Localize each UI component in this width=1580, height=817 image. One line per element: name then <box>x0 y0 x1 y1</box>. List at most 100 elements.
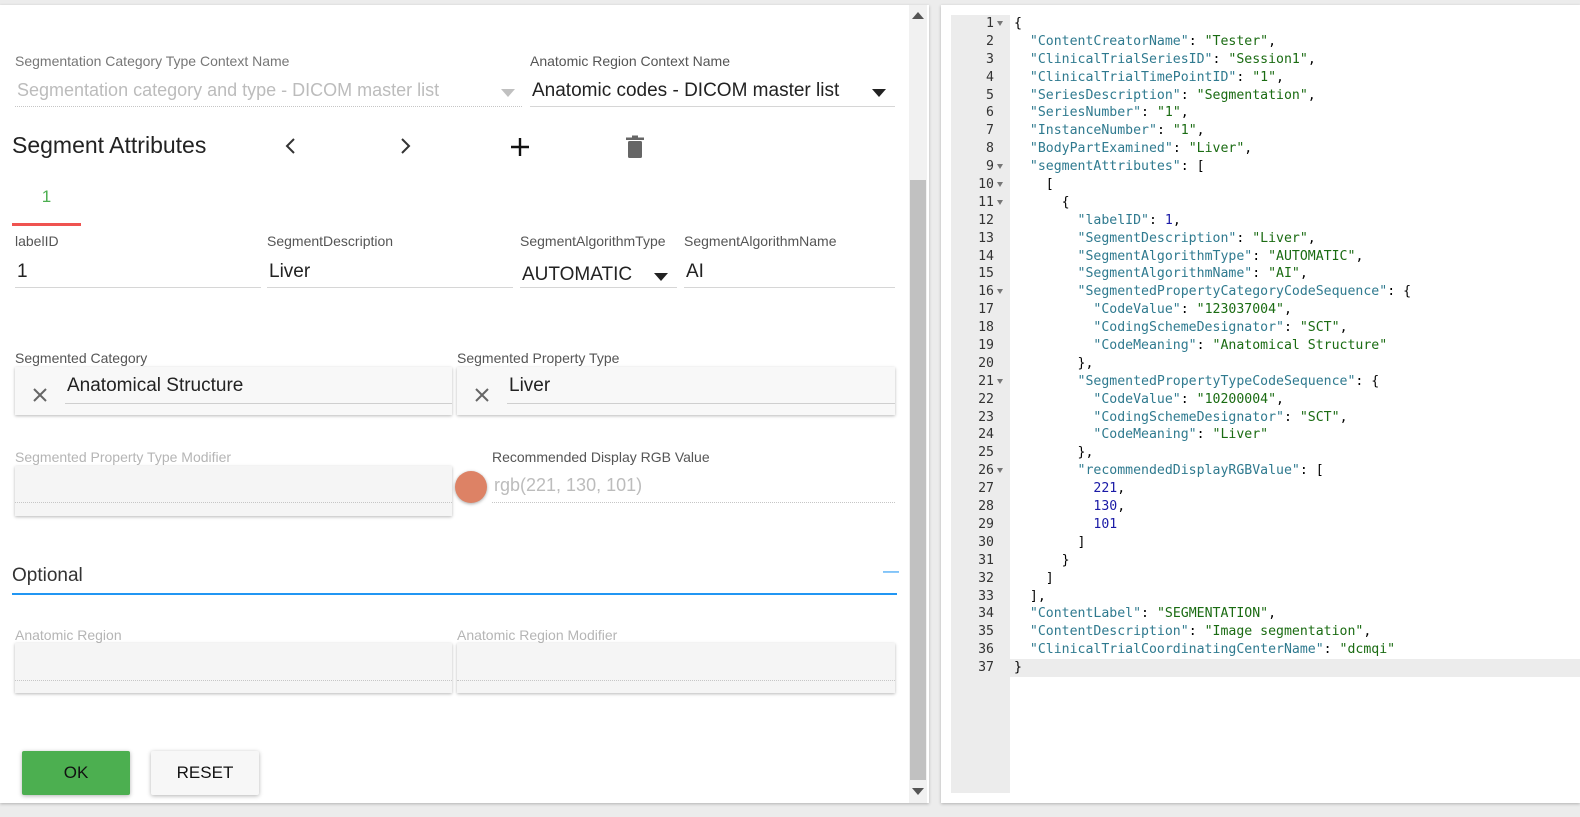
previous-segment-button[interactable] <box>276 131 306 161</box>
fold-toggle-icon[interactable] <box>997 378 1003 384</box>
line-number: 32 <box>978 570 994 586</box>
fold-toggle-icon[interactable] <box>997 199 1003 205</box>
code-line[interactable]: 15 "SegmentAlgorithmName": "AI", <box>951 265 1580 283</box>
code-line[interactable]: 13 "SegmentDescription": "Liver", <box>951 230 1580 248</box>
code-line[interactable]: 22 "CodeValue": "10200004", <box>951 391 1580 409</box>
delete-segment-button[interactable] <box>619 131 651 163</box>
code-line[interactable]: 3 "ClinicalTrialSeriesID": "Session1", <box>951 51 1580 69</box>
collapse-icon[interactable]: — <box>883 563 899 581</box>
scrollbar-thumb[interactable] <box>910 180 926 780</box>
segment-description-input[interactable]: Liver <box>267 255 513 288</box>
property-type-modifier-autocomplete[interactable] <box>15 466 452 516</box>
code-text: ], <box>1014 588 1046 604</box>
fold-toggle-icon[interactable] <box>997 289 1003 295</box>
code-line[interactable]: 33 ], <box>951 588 1580 606</box>
divider <box>684 287 895 288</box>
code-line[interactable]: 25 }, <box>951 444 1580 462</box>
code-line[interactable]: 16 "SegmentedPropertyCategoryCodeSequenc… <box>951 283 1580 301</box>
plus-icon <box>511 138 529 156</box>
code-text: "ClinicalTrialTimePointID": "1", <box>1029 69 1284 85</box>
anatomic-region-autocomplete[interactable] <box>15 643 452 693</box>
code-line[interactable]: 8 "BodyPartExamined": "Liver", <box>951 140 1580 158</box>
code-line[interactable]: 31 } <box>951 552 1580 570</box>
code-line[interactable]: 18 "CodingSchemeDesignator": "SCT", <box>951 319 1580 337</box>
algorithm-type-label: SegmentAlgorithmType <box>520 233 666 249</box>
code-line[interactable]: 30 ] <box>951 534 1580 552</box>
code-line[interactable]: 28 130, <box>951 498 1580 516</box>
code-line[interactable]: 21 "SegmentedPropertyTypeCodeSequence": … <box>951 373 1580 391</box>
code-line[interactable]: 6 "SeriesNumber": "1", <box>951 104 1580 122</box>
divider <box>65 403 452 404</box>
algorithm-type-value: AUTOMATIC <box>522 264 633 285</box>
code-line[interactable]: 32 ] <box>951 570 1580 588</box>
code-text: "recommendedDisplayRGBValue": [ <box>1077 463 1324 479</box>
line-number: 18 <box>978 320 994 336</box>
clear-category-button[interactable] <box>25 380 55 410</box>
code-text: } <box>1014 552 1070 568</box>
line-number: 20 <box>978 355 994 371</box>
code-line[interactable]: 11 { <box>951 194 1580 212</box>
segmented-category-autocomplete[interactable]: Anatomical Structure <box>15 367 452 415</box>
fold-toggle-icon[interactable] <box>997 468 1003 474</box>
code-line[interactable]: 4 "ClinicalTrialTimePointID": "1", <box>951 69 1580 87</box>
segmented-property-type-label: Segmented Property Type <box>457 350 620 366</box>
code-line[interactable]: 12 "labelID": 1, <box>951 212 1580 230</box>
seg-category-context-select[interactable]: Segmentation category and type - DICOM m… <box>15 75 522 107</box>
scroll-down-icon[interactable] <box>912 788 924 795</box>
code-line[interactable]: 17 "CodeValue": "123037004", <box>951 301 1580 319</box>
code-line[interactable]: 29 101 <box>951 516 1580 534</box>
scroll-up-icon[interactable] <box>912 12 924 19</box>
line-number: 26 <box>978 463 994 479</box>
ok-button[interactable]: OK <box>22 751 130 795</box>
line-number: 17 <box>978 302 994 318</box>
code-line[interactable]: 23 "CodingSchemeDesignator": "SCT", <box>951 409 1580 427</box>
code-line[interactable]: 10 [ <box>951 176 1580 194</box>
code-line[interactable]: 24 "CodeMeaning": "Liver" <box>951 426 1580 444</box>
next-segment-button[interactable] <box>390 131 420 161</box>
code-line[interactable]: 26 "recommendedDisplayRGBValue": [ <box>951 462 1580 480</box>
code-line[interactable]: 34 "ContentLabel": "SEGMENTATION", <box>951 605 1580 623</box>
code-text: "SegmentedPropertyTypeCodeSequence": { <box>1077 373 1380 389</box>
code-lines[interactable]: 1{2 "ContentCreatorName": "Tester", 3 "Cl… <box>951 15 1580 677</box>
line-number: 13 <box>978 230 994 246</box>
optional-section-header[interactable]: Optional — <box>12 563 899 595</box>
anatomic-region-context-select[interactable]: Anatomic codes - DICOM master list <box>530 75 895 107</box>
fold-toggle-icon[interactable] <box>997 164 1003 170</box>
anatomic-region-modifier-autocomplete[interactable] <box>457 643 895 693</box>
line-number: 2 <box>986 33 994 49</box>
code-line[interactable]: 1{ <box>951 15 1580 33</box>
code-line[interactable]: 9 "segmentAttributes": [ <box>951 158 1580 176</box>
algorithm-name-input[interactable]: AI <box>684 255 895 288</box>
code-line[interactable]: 37} <box>951 659 1580 677</box>
code-line[interactable]: 5 "SeriesDescription": "Segmentation", <box>951 87 1580 105</box>
reset-button[interactable]: RESET <box>151 751 259 795</box>
divider <box>530 106 895 107</box>
fold-toggle-icon[interactable] <box>997 21 1003 26</box>
code-line[interactable]: 14 "SegmentAlgorithmType": "AUTOMATIC", <box>951 248 1580 266</box>
code-line[interactable]: 2 "ContentCreatorName": "Tester", <box>951 33 1580 51</box>
algorithm-type-select[interactable]: AUTOMATIC <box>520 255 677 288</box>
code-line[interactable]: 20 }, <box>951 355 1580 373</box>
rgb-color-swatch[interactable] <box>455 471 487 503</box>
rgb-value-text: rgb(221, 130, 101) <box>494 475 643 495</box>
clear-property-type-button[interactable] <box>467 380 497 410</box>
line-number: 28 <box>978 499 994 515</box>
line-number: 37 <box>978 660 994 676</box>
segmented-category-value: Anatomical Structure <box>67 375 244 396</box>
rgb-value-input[interactable]: rgb(221, 130, 101) <box>492 471 895 503</box>
code-line[interactable]: 7 "InstanceNumber": "1", <box>951 122 1580 140</box>
json-editor-panel[interactable]: 1{2 "ContentCreatorName": "Tester", 3 "Cl… <box>941 5 1580 803</box>
line-number: 4 <box>986 69 994 85</box>
line-number: 15 <box>978 266 994 282</box>
tab-segment-1[interactable]: 1 <box>12 180 81 228</box>
scrollbar-track[interactable] <box>909 5 927 803</box>
code-line[interactable]: 19 "CodeMeaning": "Anatomical Structure" <box>951 337 1580 355</box>
segmented-property-type-autocomplete[interactable]: Liver <box>457 367 895 415</box>
code-line[interactable]: 36 "ClinicalTrialCoordinatingCenterName"… <box>951 641 1580 659</box>
code-line[interactable]: 35 "ContentDescription": "Image segmenta… <box>951 623 1580 641</box>
fold-toggle-icon[interactable] <box>997 182 1003 188</box>
add-segment-button[interactable] <box>504 131 536 163</box>
label-id-input[interactable]: 1 <box>15 255 261 288</box>
code-line[interactable]: 27 221, <box>951 480 1580 498</box>
code-text: ] <box>1014 570 1054 586</box>
